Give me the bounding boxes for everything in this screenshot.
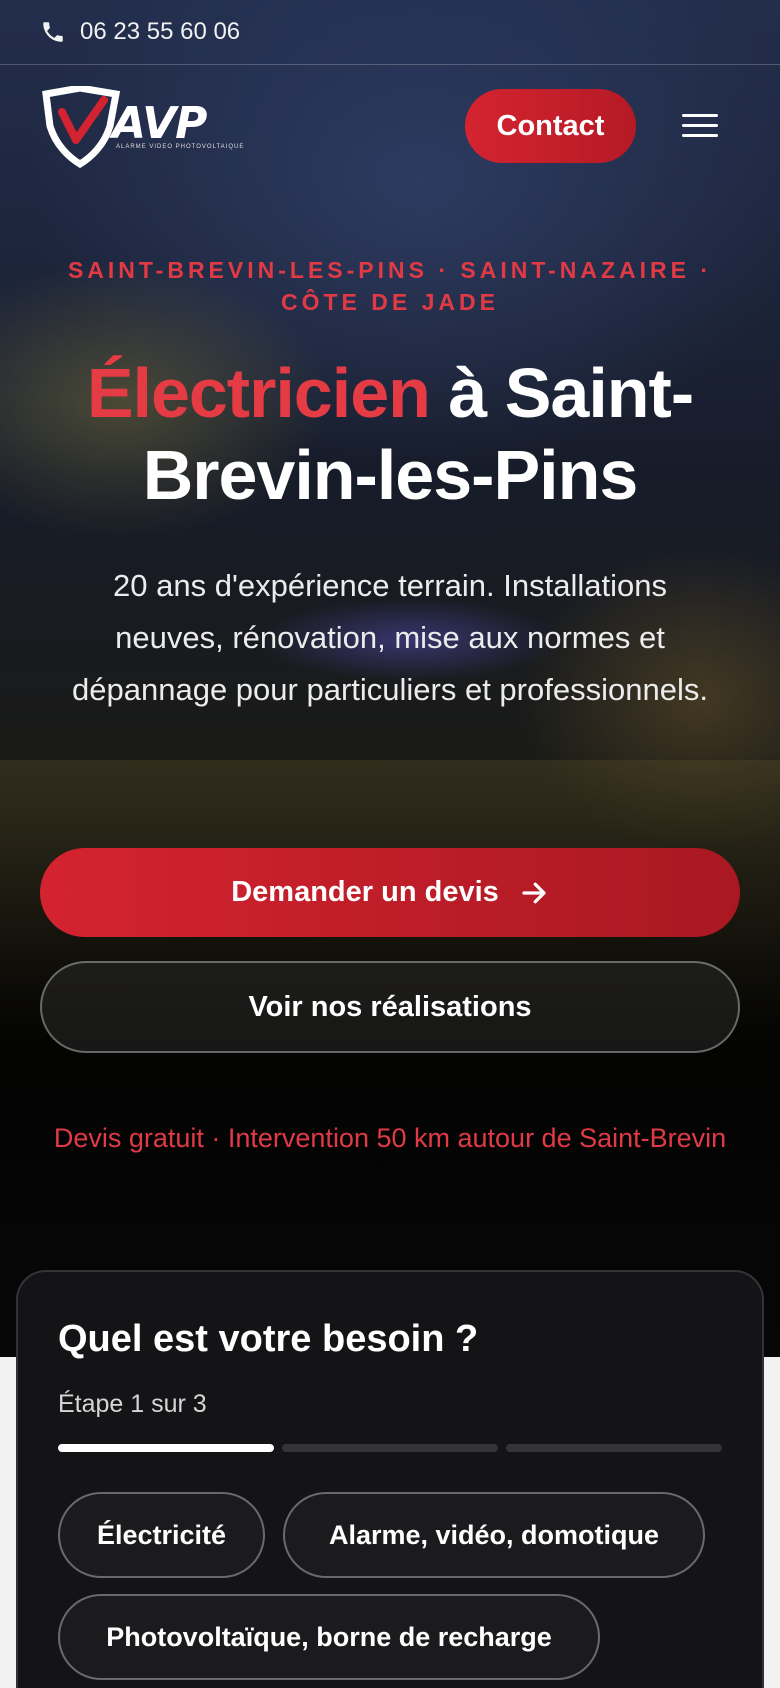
phone-number-link[interactable]: 06 23 55 60 06 [80,18,240,46]
form-title: Quel est votre besoin ? [58,1318,479,1360]
title-part-2: Brevin-les-Pins [142,436,639,514]
option-alarme-video-domotique[interactable]: Alarme, vidéo, domotique [283,1492,705,1578]
top-bar: 06 23 55 60 06 [0,0,780,65]
needs-form-card: Quel est votre besoin ? Étape 1 sur 3 Él… [16,1270,764,1688]
request-quote-label: Demander un devis [231,876,499,908]
request-quote-button[interactable]: Demander un devis [40,848,740,937]
locations-line-1: SAINT-BREVIN-LES-PINS · SAINT-NAZAIRE · [67,257,713,283]
form-step-indicator: Étape 1 sur 3 [58,1390,207,1418]
hero-section: 06 23 55 60 06 AVP ALARME VIDEO PHOTOVOL… [0,0,780,1357]
page-title: Électricien à Saint- Brevin-les-Pins [30,352,750,516]
title-accent: Électricien [86,354,431,432]
view-projects-button[interactable]: Voir nos réalisations [40,961,740,1053]
locations-line-2: CÔTE DE JADE [281,289,499,315]
site-header: AVP ALARME VIDEO PHOTOVOLTAIQUE Contact [0,82,780,174]
shield-logo-icon [42,86,121,168]
hero-subtitle: 20 ans d'expérience terrain. Installatio… [72,568,708,707]
logo-tagline: ALARME VIDEO PHOTOVOLTAIQUE [116,144,245,150]
logo-wordmark: AVP [112,98,207,149]
progress-segment-1 [58,1444,274,1452]
contact-button[interactable]: Contact [465,89,636,163]
phone-icon[interactable] [40,19,66,45]
logo[interactable]: AVP ALARME VIDEO PHOTOVOLTAIQUE [40,86,243,168]
hero-note: Devis gratuit · Intervention 50 km autou… [53,1123,727,1153]
progress-segment-2 [282,1444,498,1452]
hamburger-menu-icon[interactable] [680,110,720,142]
option-electricite[interactable]: Électricité [58,1492,265,1578]
form-progress-bar [58,1444,722,1452]
progress-segment-3 [506,1444,722,1452]
arrow-right-icon [519,878,549,908]
service-locations: SAINT-BREVIN-LES-PINS · SAINT-NAZAIRE · … [40,254,740,318]
title-part-1: à Saint- [429,354,694,432]
option-photovoltaique-borne[interactable]: Photovoltaïque, borne de recharge [58,1594,600,1680]
